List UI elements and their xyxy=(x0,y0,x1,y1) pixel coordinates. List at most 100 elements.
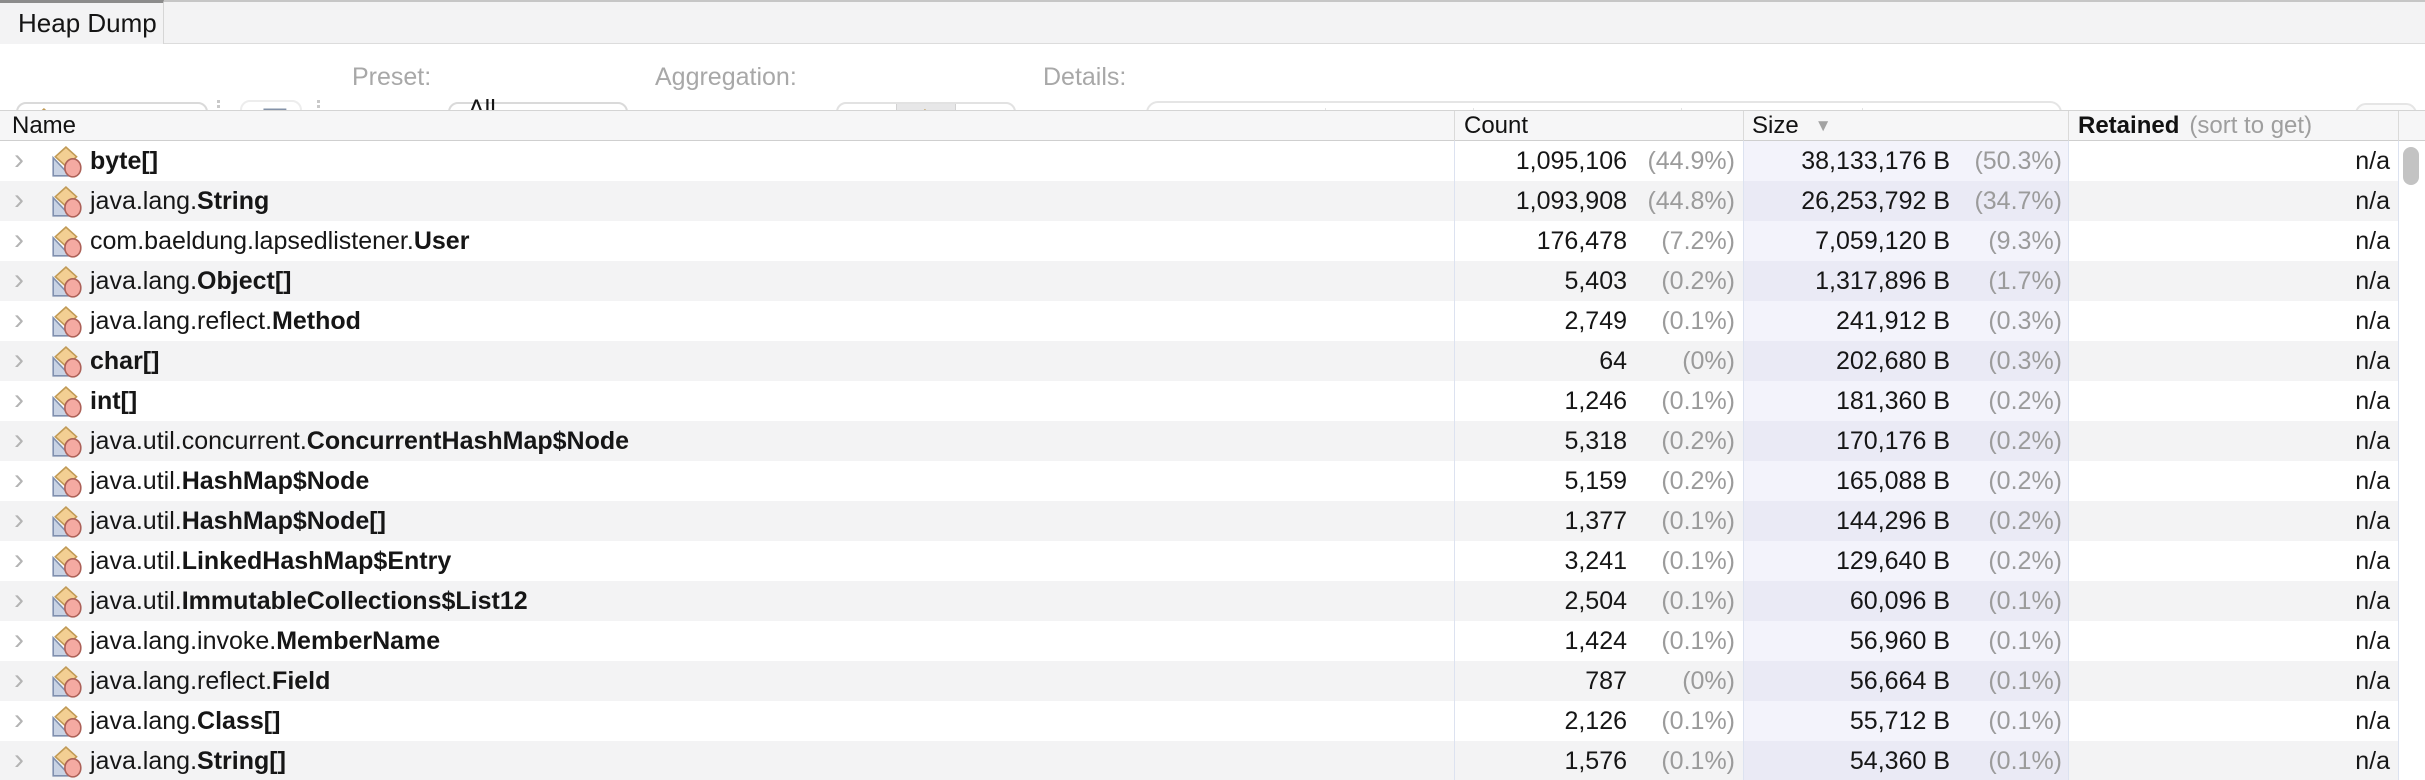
table-row[interactable]: ›java.lang.Class[]2,126(0.1%)55,712 B(0.… xyxy=(0,701,2425,741)
class-name: java.lang.reflect.Field xyxy=(90,661,330,701)
count-percent: (0%) xyxy=(1682,661,1735,701)
size-percent: (0.1%) xyxy=(1988,621,2062,661)
count-value: 1,424 xyxy=(1564,621,1627,661)
table-header: Name Count Size ▼ Retained (sort to get) xyxy=(0,110,2425,141)
size-value: 26,253,792 B xyxy=(1801,181,1950,221)
size-value: 7,059,120 B xyxy=(1815,221,1950,261)
retained-value: n/a xyxy=(2355,141,2390,181)
expand-chevron-icon[interactable]: › xyxy=(14,145,24,175)
column-header-retained[interactable]: Retained (sort to get) xyxy=(2078,111,2312,141)
retained-value: n/a xyxy=(2355,701,2390,741)
class-name: java.lang.invoke.MemberName xyxy=(90,621,440,661)
expand-chevron-icon[interactable]: › xyxy=(14,345,24,375)
column-header-size-label: Size xyxy=(1752,112,1799,140)
table-row[interactable]: ›java.util.LinkedHashMap$Entry3,241(0.1%… xyxy=(0,541,2425,581)
class-icon xyxy=(50,665,84,699)
retained-value: n/a xyxy=(2355,381,2390,421)
expand-chevron-icon[interactable]: › xyxy=(14,385,24,415)
table-row[interactable]: ›java.lang.reflect.Field787(0%)56,664 B(… xyxy=(0,661,2425,701)
expand-chevron-icon[interactable]: › xyxy=(14,465,24,495)
retained-value: n/a xyxy=(2355,181,2390,221)
expand-chevron-icon[interactable]: › xyxy=(14,625,24,655)
size-percent: (0.1%) xyxy=(1988,701,2062,741)
class-icon xyxy=(50,385,84,419)
count-value: 1,246 xyxy=(1564,381,1627,421)
count-value: 5,403 xyxy=(1564,261,1627,301)
class-icon xyxy=(50,145,84,179)
retained-value: n/a xyxy=(2355,301,2390,341)
vertical-scrollbar[interactable] xyxy=(2399,141,2425,780)
size-value: 38,133,176 B xyxy=(1801,141,1950,181)
size-value: 144,296 B xyxy=(1836,501,1950,541)
size-value: 129,640 B xyxy=(1836,541,1950,581)
expand-chevron-icon[interactable]: › xyxy=(14,665,24,695)
class-name: java.lang.Class[] xyxy=(90,701,280,741)
count-value: 2,749 xyxy=(1564,301,1627,341)
class-name: java.lang.String xyxy=(90,181,269,221)
size-percent: (50.3%) xyxy=(1974,141,2062,181)
table-row[interactable]: › java.util.concurrent.ConcurrentHashMap$… xyxy=(0,421,2425,461)
count-percent: (0.1%) xyxy=(1661,741,1735,780)
class-icon xyxy=(50,265,84,299)
table-row[interactable]: ›com.baeldung.lapsedlistener.User176,478… xyxy=(0,221,2425,261)
vertical-scrollbar-thumb[interactable] xyxy=(2403,147,2419,185)
retained-value: n/a xyxy=(2355,661,2390,701)
expand-chevron-icon[interactable]: › xyxy=(14,265,24,295)
count-value: 2,504 xyxy=(1564,581,1627,621)
count-percent: (0.2%) xyxy=(1661,261,1735,301)
column-header-size[interactable]: Size ▼ xyxy=(1752,111,1832,141)
size-percent: (0.2%) xyxy=(1988,541,2062,581)
class-table-body: ›byte[]1,095,106(44.9%)38,133,176 B(50.3… xyxy=(0,141,2425,780)
expand-chevron-icon[interactable]: › xyxy=(14,705,24,735)
count-percent: (0.2%) xyxy=(1661,421,1735,461)
expand-chevron-icon[interactable]: › xyxy=(14,745,24,775)
expand-chevron-icon[interactable]: › xyxy=(14,545,24,575)
column-header-count[interactable]: Count xyxy=(1464,111,1528,141)
column-header-name[interactable]: Name xyxy=(12,111,76,141)
class-name: char[] xyxy=(90,341,159,381)
count-value: 1,093,908 xyxy=(1516,181,1627,221)
count-percent: (0.1%) xyxy=(1661,581,1735,621)
class-icon xyxy=(50,585,84,619)
table-row[interactable]: ›java.lang.invoke.MemberName1,424(0.1%)5… xyxy=(0,621,2425,661)
retained-value: n/a xyxy=(2355,461,2390,501)
table-row[interactable]: ›java.util.HashMap$Node5,159(0.2%)165,08… xyxy=(0,461,2425,501)
expand-chevron-icon[interactable]: › xyxy=(14,305,24,335)
class-icon xyxy=(50,305,84,339)
count-value: 787 xyxy=(1585,661,1627,701)
expand-chevron-icon[interactable]: › xyxy=(14,505,24,535)
table-row[interactable]: ›java.lang.reflect.Method2,749(0.1%)241,… xyxy=(0,301,2425,341)
header-divider xyxy=(2068,111,2069,141)
table-row[interactable]: ›java.util.HashMap$Node[]1,377(0.1%)144,… xyxy=(0,501,2425,541)
size-value: 55,712 B xyxy=(1850,701,1950,741)
size-value: 170,176 B xyxy=(1836,421,1950,461)
retained-value: n/a xyxy=(2355,581,2390,621)
table-row[interactable]: ›java.lang.Object[]5,403(0.2%)1,317,896 … xyxy=(0,261,2425,301)
table-row[interactable]: ›java.lang.String1,093,908(44.8%)26,253,… xyxy=(0,181,2425,221)
tab-heap-dump[interactable]: Heap Dump xyxy=(0,0,164,44)
table-row[interactable]: ›java.util.ImmutableCollections$List122,… xyxy=(0,581,2425,621)
expand-chevron-icon[interactable]: › xyxy=(14,225,24,255)
size-value: 60,096 B xyxy=(1850,581,1950,621)
expand-chevron-icon[interactable]: › xyxy=(14,185,24,215)
table-row[interactable]: ›char[]64(0%)202,680 B(0.3%)n/a xyxy=(0,341,2425,381)
count-value: 5,318 xyxy=(1564,421,1627,461)
expand-chevron-icon[interactable]: › xyxy=(14,585,24,615)
size-value: 54,360 B xyxy=(1850,741,1950,780)
heap-dump-window: Heap Dump Objects ▼ xyxy=(0,0,2425,780)
expand-chevron-icon[interactable]: › xyxy=(14,425,24,455)
column-header-count-label: Count xyxy=(1464,112,1528,140)
header-divider xyxy=(1454,111,1455,141)
table-row[interactable]: ›byte[]1,095,106(44.9%)38,133,176 B(50.3… xyxy=(0,141,2425,181)
sort-descending-icon: ▼ xyxy=(1815,116,1832,136)
class-name: java.util.concurrent.ConcurrentHashMap$N… xyxy=(90,421,629,461)
class-name: java.lang.String[] xyxy=(90,741,286,780)
column-header-name-label: Name xyxy=(12,112,76,140)
table-row[interactable]: ›java.lang.String[]1,576(0.1%)54,360 B(0… xyxy=(0,741,2425,780)
class-icon xyxy=(50,345,84,379)
size-percent: (0.2%) xyxy=(1988,421,2062,461)
retained-value: n/a xyxy=(2355,541,2390,581)
table-row[interactable]: ›int[]1,246(0.1%)181,360 B(0.2%)n/a xyxy=(0,381,2425,421)
count-percent: (44.9%) xyxy=(1647,141,1735,181)
class-name: java.lang.reflect.Method xyxy=(90,301,361,341)
